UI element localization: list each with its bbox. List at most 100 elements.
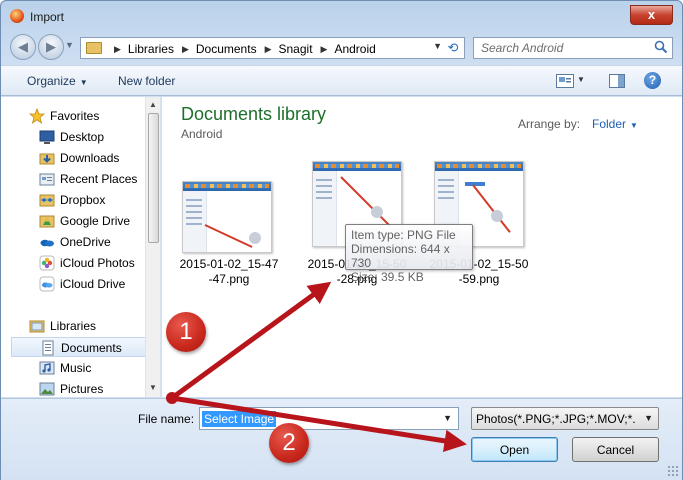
search-input[interactable] xyxy=(474,38,644,58)
file-name-label: File name: xyxy=(138,412,195,426)
file-item[interactable]: 2015-01-02_15-47 -47.png xyxy=(174,155,284,295)
breadcrumb-separator-icon[interactable]: ▶ xyxy=(182,42,189,56)
sidebar-item-downloads[interactable]: Downloads xyxy=(11,148,149,168)
sidebar-item-documents[interactable]: Documents xyxy=(11,337,149,357)
forward-button[interactable]: ▶ xyxy=(38,34,64,60)
file-type-select[interactable]: Photos(*.PNG;*.JPG;*.MOV;*.M ▼ xyxy=(471,407,659,430)
search-icon[interactable] xyxy=(654,40,668,54)
sidebar-header-label: Libraries xyxy=(50,319,97,333)
cancel-button[interactable]: Cancel xyxy=(572,437,659,462)
window-title: Import xyxy=(30,10,65,24)
file-name-value[interactable]: Select Image xyxy=(202,411,277,427)
breadcrumb-documents[interactable]: Documents xyxy=(196,42,257,56)
sidebar-item-label: Dropbox xyxy=(60,193,106,207)
sidebar-item-label: Pictures xyxy=(60,382,104,396)
view-options-dropdown-icon[interactable]: ▼ xyxy=(577,75,585,84)
sidebar-header-label: Favorites xyxy=(50,109,100,123)
file-name-line: 2015-01-02_15-47 xyxy=(179,257,279,271)
sidebar-header-libraries[interactable]: Libraries xyxy=(11,316,149,336)
arrange-by-label: Arrange by: xyxy=(518,117,581,131)
recent-places-icon xyxy=(39,173,55,186)
file-type-value: Photos(*.PNG;*.JPG;*.MOV;*.M xyxy=(476,412,636,426)
sidebar-item-onedrive[interactable]: OneDrive xyxy=(11,232,149,252)
sidebar-item-label: Music xyxy=(60,361,92,375)
search-box[interactable] xyxy=(473,37,673,59)
new-folder-button[interactable]: New folder xyxy=(118,74,175,88)
documents-icon xyxy=(42,340,54,356)
open-button[interactable]: Open xyxy=(471,437,558,462)
command-toolbar: Organize ▼ New folder ▼ ? xyxy=(1,65,682,96)
sidebar-scrollbar[interactable]: ▲ ▼ xyxy=(145,97,160,397)
library-subtitle: Android xyxy=(181,127,223,141)
back-button[interactable]: ◀ xyxy=(10,34,36,60)
chevron-down-icon: ▼ xyxy=(630,121,638,130)
sidebar-item-label: iCloud Photos xyxy=(60,256,135,270)
resize-grip-icon[interactable] xyxy=(667,465,679,477)
sidebar-item-label: Downloads xyxy=(60,151,120,165)
sidebar-item-icloud-photos[interactable]: iCloud Photos xyxy=(11,253,149,273)
preview-pane-icon[interactable] xyxy=(609,74,625,88)
sidebar-item-label: OneDrive xyxy=(60,235,111,249)
onedrive-icon xyxy=(40,239,54,247)
folder-icon xyxy=(86,42,102,54)
file-name-line: -47.png xyxy=(208,272,250,286)
sidebar-item-desktop[interactable]: Desktop xyxy=(11,127,149,147)
dropbox-icon xyxy=(39,194,55,207)
scroll-down-icon[interactable]: ▼ xyxy=(149,383,157,392)
libraries-icon xyxy=(29,320,45,333)
sidebar-item-recent-places[interactable]: Recent Places xyxy=(11,169,149,189)
sidebar-item-label: Google Drive xyxy=(60,214,131,228)
library-title: Documents library xyxy=(181,104,327,124)
tooltip-item-type: Item type: PNG File xyxy=(351,228,456,242)
organize-menu[interactable]: Organize ▼ xyxy=(27,74,88,88)
organize-label: Organize xyxy=(27,74,76,88)
downloads-folder-icon xyxy=(39,153,55,165)
address-dropdown-icon[interactable]: ▼ xyxy=(433,41,442,51)
step-1-badge: 1 xyxy=(166,312,206,352)
navigation-pane: Favorites Desktop Downloads Recent Place… xyxy=(1,97,161,397)
tooltip-dimensions: Dimensions: 644 x 730 xyxy=(351,242,450,270)
star-icon xyxy=(29,108,45,124)
breadcrumb-snagit[interactable]: Snagit xyxy=(279,42,313,56)
sidebar-item-google-drive[interactable]: Google Drive xyxy=(11,211,149,231)
address-bar[interactable]: ▶ Libraries ▶ Documents ▶ Snagit ▶ Andro… xyxy=(80,37,465,59)
title-bar: Import x xyxy=(1,1,682,31)
chevron-down-icon: ▼ xyxy=(79,78,88,87)
file-name-input[interactable]: Select Image ▼ xyxy=(199,407,459,430)
help-icon[interactable]: ? xyxy=(644,72,661,89)
file-info-tooltip: Item type: PNG File Dimensions: 644 x 73… xyxy=(345,224,473,284)
change-view-icon[interactable] xyxy=(556,74,574,88)
sidebar-item-music[interactable]: Music xyxy=(11,358,149,378)
refresh-icon[interactable]: ⟲ xyxy=(444,39,462,57)
pictures-icon xyxy=(39,382,55,396)
breadcrumb-separator-icon[interactable]: ▶ xyxy=(265,42,272,56)
arrange-by-value: Folder xyxy=(592,117,627,131)
navigation-bar: ◀ ▶ ▼ ▶ Libraries ▶ Documents ▶ Snagit ▶… xyxy=(1,32,682,62)
sidebar-item-dropbox[interactable]: Dropbox xyxy=(11,190,149,210)
chevron-down-icon[interactable]: ▼ xyxy=(443,413,452,423)
sidebar-item-label: Desktop xyxy=(60,130,105,144)
close-button[interactable]: x xyxy=(630,5,673,25)
tooltip-size: Size: 39.5 KB xyxy=(351,270,424,284)
breadcrumb-separator-icon[interactable]: ▶ xyxy=(114,42,121,56)
scrollbar-thumb[interactable] xyxy=(148,113,159,243)
sidebar-item-icloud-drive[interactable]: iCloud Drive xyxy=(11,274,149,294)
file-name-bar: File name: Select Image ▼ Photos(*.PNG;*… xyxy=(1,398,682,480)
breadcrumb-separator-icon[interactable]: ▶ xyxy=(321,42,328,56)
google-drive-icon xyxy=(39,215,55,228)
recent-locations-dropdown[interactable]: ▼ xyxy=(65,40,74,50)
arrange-by-dropdown[interactable]: Folder ▼ xyxy=(592,117,638,131)
chevron-down-icon: ▼ xyxy=(644,413,653,423)
breadcrumb-libraries[interactable]: Libraries xyxy=(128,42,174,56)
sidebar-item-label: Recent Places xyxy=(60,172,138,186)
import-dialog: Import x ◀ ▶ ▼ ▶ Libraries ▶ Documents ▶… xyxy=(0,0,683,480)
step-2-badge: 2 xyxy=(269,423,309,463)
sidebar-item-label: iCloud Drive xyxy=(60,277,126,291)
breadcrumb-android[interactable]: Android xyxy=(334,42,375,56)
breadcrumb: ▶ Libraries ▶ Documents ▶ Snagit ▶ Andro… xyxy=(106,42,376,56)
scroll-up-icon[interactable]: ▲ xyxy=(149,100,157,109)
music-icon xyxy=(39,361,55,375)
sidebar-item-pictures[interactable]: Pictures xyxy=(11,379,149,399)
sidebar-header-favorites[interactable]: Favorites xyxy=(11,106,149,126)
desktop-icon xyxy=(39,130,55,144)
